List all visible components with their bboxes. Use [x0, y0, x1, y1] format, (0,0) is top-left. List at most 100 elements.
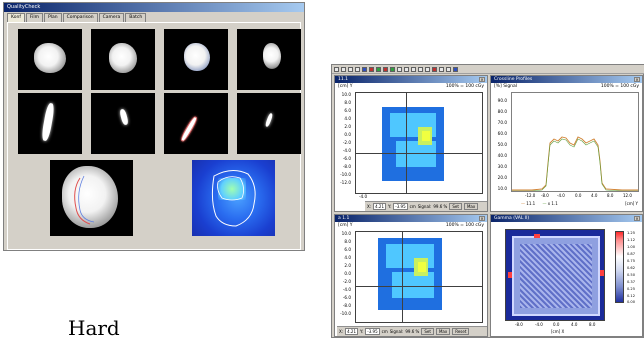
y-field[interactable]: -3.95 [393, 203, 408, 210]
scale-label: 100% = 100 cGy [445, 84, 484, 89]
tab-batch[interactable]: Batch [125, 13, 147, 22]
tab-konf[interactable]: Konf [7, 13, 25, 22]
y-tick: 50.0 [497, 142, 507, 147]
set-button[interactable]: Set [421, 328, 434, 335]
tab-camera[interactable]: Camera [98, 13, 125, 22]
thumbnail-6[interactable] [91, 93, 155, 154]
two-icon[interactable] [376, 66, 381, 72]
thumbnail-4[interactable] [237, 29, 301, 90]
close-icon[interactable]: × [634, 77, 640, 82]
tools-icon[interactable] [439, 66, 444, 72]
y-tick: 60.0 [497, 131, 507, 136]
profile-curves [512, 136, 638, 191]
window-title: QualityCheck [4, 3, 304, 12]
y-tick: 8.0 [344, 100, 351, 105]
save-icon[interactable] [341, 66, 346, 72]
axis-label: [cm] Y [338, 223, 353, 228]
x-tick: 8.0 [607, 193, 614, 198]
x-tick: 8.0 [589, 322, 596, 327]
gamma-map-plot[interactable] [505, 229, 605, 321]
profile-icon[interactable] [404, 66, 409, 72]
x-field[interactable]: 4.21 [373, 203, 386, 210]
close-icon[interactable]: × [479, 216, 485, 221]
overlay-image-gray[interactable] [50, 160, 133, 236]
close-icon[interactable]: × [479, 77, 485, 82]
dose-map-plot-2[interactable] [355, 231, 483, 323]
y-tick: 10.0 [497, 186, 507, 191]
crosshair-h [356, 153, 482, 154]
y-tick: 70.0 [497, 120, 507, 125]
y-tick: -2.0 [342, 279, 351, 284]
info-icon[interactable] [453, 66, 458, 72]
x-field[interactable]: 4.21 [345, 328, 358, 335]
copy-icon[interactable] [355, 66, 360, 72]
thumbnail-5[interactable] [18, 93, 82, 154]
y-tick: -10.0 [340, 311, 351, 316]
thumbnail-1[interactable] [18, 29, 82, 90]
thumbnail-3[interactable] [164, 29, 228, 90]
ruler-icon[interactable] [411, 66, 416, 72]
print-icon[interactable] [348, 66, 353, 72]
green-marker-icon[interactable] [390, 66, 395, 72]
y-tick: -6.0 [342, 295, 351, 300]
pane-dose-map-2: a 1.1 × [cm] Y 100% = 100 cGy 10.0 8.0 6… [334, 214, 488, 337]
tab-comparison[interactable]: Comparison [62, 13, 98, 22]
tab-plan[interactable]: Plan [44, 13, 62, 22]
pane3-status: X: 4.21 Y: -3.95 cm Signal: 99.6 % Set Max… [337, 326, 487, 336]
red-marker-icon[interactable] [383, 66, 388, 72]
y-tick: -4.0 [342, 148, 351, 153]
settings-icon[interactable] [446, 66, 451, 72]
thumbnail-8[interactable] [237, 93, 301, 154]
table-icon[interactable] [418, 66, 423, 72]
close-icon[interactable]: × [634, 216, 640, 221]
tab-bar: Konf Film Plan Comparison Camera Batch [7, 13, 147, 22]
toolbar [332, 65, 644, 74]
x-unit-label: [cm] Y [625, 201, 638, 206]
y-tick: 30.0 [497, 164, 507, 169]
window-icon[interactable] [425, 66, 430, 72]
thumbnail-7[interactable] [164, 93, 228, 154]
set-button[interactable]: Set [449, 203, 462, 210]
y-tick: 4.0 [344, 255, 351, 260]
pane-title: 11.1 [335, 76, 487, 83]
y-tick: -4.0 [342, 287, 351, 292]
x-tick: -8.0 [515, 322, 523, 327]
tab-film[interactable]: Film [25, 13, 44, 22]
open-icon[interactable] [334, 66, 339, 72]
thumbnail-2[interactable] [91, 29, 155, 90]
pane-crossline-profiles: Crossline Profiles × [%] Signal 100% = 1… [490, 75, 643, 212]
image-panel [7, 22, 301, 250]
pane1-status: X: 4.21 Y: -3.95 cm Signal: 99.6 % Set Max [365, 201, 487, 211]
stop-icon[interactable] [432, 66, 437, 72]
x-tick: -12.0 [525, 193, 536, 198]
x-unit-label: [cm] X [551, 329, 565, 334]
crosshair-v [402, 232, 403, 322]
pane-dose-map: 11.1 × [cm] Y 100% = 100 cGy 10.0 8.0 6.… [334, 75, 488, 212]
gamma-colorbar [615, 231, 624, 303]
x-axis-ticks: -12.0 -8.0 -4.0 0.0 4.0 8.0 12.0 [511, 193, 639, 199]
x-tick: -4.0 [535, 322, 543, 327]
qualitycheck-window: QualityCheck Konf Film Plan Comparison C… [3, 2, 305, 251]
x-tick: 4.0 [591, 193, 598, 198]
y-tick: 4.0 [344, 116, 351, 121]
y-tick: 10.0 [341, 92, 351, 97]
contour-overlay-white [211, 170, 256, 227]
y-field[interactable]: -3.95 [365, 328, 380, 335]
axis-label: [cm] Y [338, 84, 353, 89]
profile-plot[interactable] [511, 92, 639, 192]
overlay-image-blue[interactable] [192, 160, 275, 236]
max-button[interactable]: Max [435, 328, 451, 335]
x-tick: 4.0 [571, 322, 578, 327]
max-button[interactable]: Max [463, 203, 479, 210]
pane-title: Crossline Profiles [491, 76, 642, 83]
zoom-icon[interactable] [362, 66, 367, 72]
y-tick: -8.0 [342, 164, 351, 169]
crosshair-h [356, 286, 482, 287]
reset-button[interactable]: Reset [452, 328, 470, 335]
y-tick: 2.0 [344, 263, 351, 268]
axis-label: [%] Signal [494, 84, 518, 89]
y-tick: -6.0 [342, 156, 351, 161]
grid-icon[interactable] [397, 66, 402, 72]
one-icon[interactable] [369, 66, 374, 72]
dose-map-plot[interactable] [355, 92, 483, 194]
